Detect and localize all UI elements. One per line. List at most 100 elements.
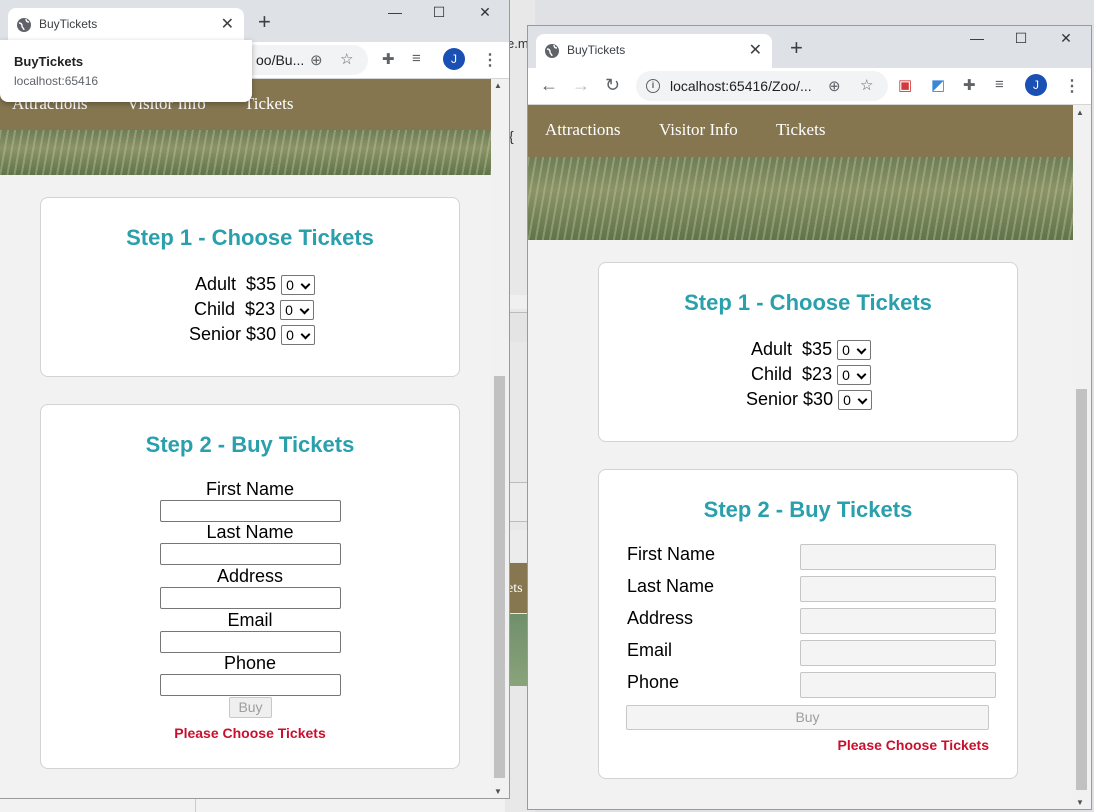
step1-title: Step 1 - Choose Tickets (126, 225, 374, 250)
avatar[interactable]: J (443, 48, 465, 70)
info-icon[interactable]: i (646, 79, 660, 93)
close-tab-icon[interactable]: ✕ (749, 40, 762, 60)
scroll-thumb[interactable] (494, 376, 505, 778)
address-bar[interactable]: i localhost:65416/Zoo/... ⊕ ☆ (636, 71, 888, 101)
zoom-icon[interactable]: ⊕ (828, 77, 841, 95)
menu-icon[interactable]: ⋮ (1064, 76, 1080, 96)
nav-tickets[interactable]: Tickets (776, 120, 825, 140)
child-qty-select[interactable]: 0 (837, 365, 872, 386)
background-text: { (509, 128, 514, 144)
error-message: Please Choose Tickets (174, 725, 326, 741)
hover-card-title: BuyTickets (14, 54, 84, 69)
url-text: oo/Bu... (256, 52, 305, 68)
address-label: Address (627, 608, 694, 628)
last-name-input[interactable] (800, 576, 996, 602)
last-name-label: Last Name (627, 576, 715, 596)
address-label: Address (216, 566, 284, 586)
scroll-up-arrow[interactable]: ▲ (494, 81, 502, 90)
scroll-down-arrow[interactable]: ▼ (1076, 798, 1084, 807)
address-input[interactable] (800, 608, 996, 634)
ticket-row-child: Child $23 0 (194, 299, 315, 321)
last-name-label: Last Name (206, 522, 294, 542)
step1-card: Step 1 - Choose Tickets Adult $35 0 Chil… (40, 197, 460, 377)
zoom-icon[interactable]: ⊕ (310, 51, 323, 69)
email-input[interactable] (160, 631, 341, 653)
globe-icon (545, 44, 559, 58)
scroll-up-arrow[interactable]: ▲ (1076, 108, 1084, 117)
site-nav: Attractions Visitor Info Tickets (528, 105, 1073, 157)
star-icon[interactable]: ☆ (340, 50, 353, 68)
ticket-label: Adult (195, 274, 237, 294)
ticket-price: $30 (803, 389, 834, 409)
close-tab-icon[interactable]: ✕ (221, 14, 234, 34)
hero-banner (528, 157, 1073, 240)
background-text: e.m (507, 36, 529, 51)
first-name-input[interactable] (160, 500, 341, 522)
browser-window-left: BuyTickets ✕ + — ☐ ✕ oo/Bu... ⊕ ☆ ✚ ≡ J … (0, 0, 509, 798)
minimize-button[interactable]: — (378, 4, 412, 26)
email-label: Email (227, 610, 273, 630)
close-window-button[interactable]: ✕ (1049, 30, 1083, 52)
extensions-icon[interactable]: ✚ (963, 76, 976, 94)
phone-input[interactable] (160, 674, 341, 696)
extensions-icon[interactable]: ✚ (382, 50, 395, 68)
star-icon[interactable]: ☆ (860, 76, 873, 94)
ticket-label: Adult (751, 339, 793, 359)
extension-blue-icon[interactable]: ◩ (931, 76, 945, 94)
email-input[interactable] (800, 640, 996, 666)
nav-attractions[interactable]: Attractions (545, 120, 621, 140)
phone-label: Phone (223, 653, 277, 673)
hero-banner (0, 130, 491, 175)
ticket-price: $30 (246, 324, 277, 344)
ticket-price: $35 (246, 274, 277, 294)
browser-tab[interactable]: BuyTickets ✕ (536, 34, 772, 68)
media-icon[interactable]: ≡ (995, 76, 1004, 93)
tab-title: BuyTickets (39, 17, 98, 31)
error-message: Please Choose Tickets (837, 737, 989, 753)
ticket-price: $23 (245, 299, 276, 319)
browser-tab[interactable]: BuyTickets ✕ (8, 8, 244, 42)
maximize-button[interactable]: ☐ (422, 4, 456, 26)
child-qty-select[interactable]: 0 (280, 300, 315, 321)
phone-input[interactable] (800, 672, 996, 698)
scrollbar[interactable]: ▲ ▼ (491, 79, 509, 798)
nav-visitor-info[interactable]: Visitor Info (659, 120, 738, 140)
buy-button[interactable]: Buy (229, 697, 272, 718)
reload-icon[interactable]: ↻ (605, 75, 620, 96)
forward-icon[interactable]: → (572, 75, 590, 96)
pocket-icon[interactable]: ▣ (898, 76, 912, 94)
step1-title: Step 1 - Choose Tickets (684, 290, 932, 315)
url-text: localhost:65416/Zoo/... (670, 78, 812, 94)
new-tab-button[interactable]: + (258, 9, 271, 35)
menu-icon[interactable]: ⋮ (482, 50, 498, 70)
minimize-button[interactable]: — (960, 30, 994, 52)
senior-qty-select[interactable]: 0 (281, 325, 316, 346)
avatar[interactable]: J (1025, 74, 1047, 96)
ticket-price: $35 (802, 339, 833, 359)
first-name-label: First Name (205, 479, 294, 499)
first-name-input[interactable] (800, 544, 996, 570)
adult-qty-select[interactable]: 0 (837, 340, 872, 361)
media-icon[interactable]: ≡ (412, 50, 421, 67)
scroll-down-arrow[interactable]: ▼ (494, 787, 502, 796)
step2-title: Step 2 - Buy Tickets (703, 497, 913, 522)
globe-icon (17, 18, 31, 32)
scrollbar[interactable]: ▲ ▼ (1073, 105, 1091, 809)
back-icon[interactable]: ← (540, 75, 558, 96)
buy-button[interactable]: Buy (626, 705, 989, 730)
tab-title: BuyTickets (567, 43, 626, 57)
address-bar[interactable]: oo/Bu... ⊕ ☆ (236, 45, 368, 75)
maximize-button[interactable]: ☐ (1004, 30, 1038, 52)
divider (195, 798, 196, 812)
hover-card-url: localhost:65416 (14, 74, 99, 88)
last-name-input[interactable] (160, 543, 341, 565)
new-tab-button[interactable]: + (790, 35, 803, 61)
ticket-row-senior: Senior $30 0 (189, 324, 316, 346)
senior-qty-select[interactable]: 0 (838, 390, 873, 411)
scroll-thumb[interactable] (1076, 389, 1087, 790)
close-window-button[interactable]: ✕ (468, 4, 502, 26)
address-input[interactable] (160, 587, 341, 609)
adult-qty-select[interactable]: 0 (281, 275, 316, 296)
tab-strip: BuyTickets ✕ + — ☐ ✕ (528, 26, 1091, 68)
step1-card: Step 1 - Choose Tickets Adult $35 0 Chil… (598, 262, 1018, 442)
